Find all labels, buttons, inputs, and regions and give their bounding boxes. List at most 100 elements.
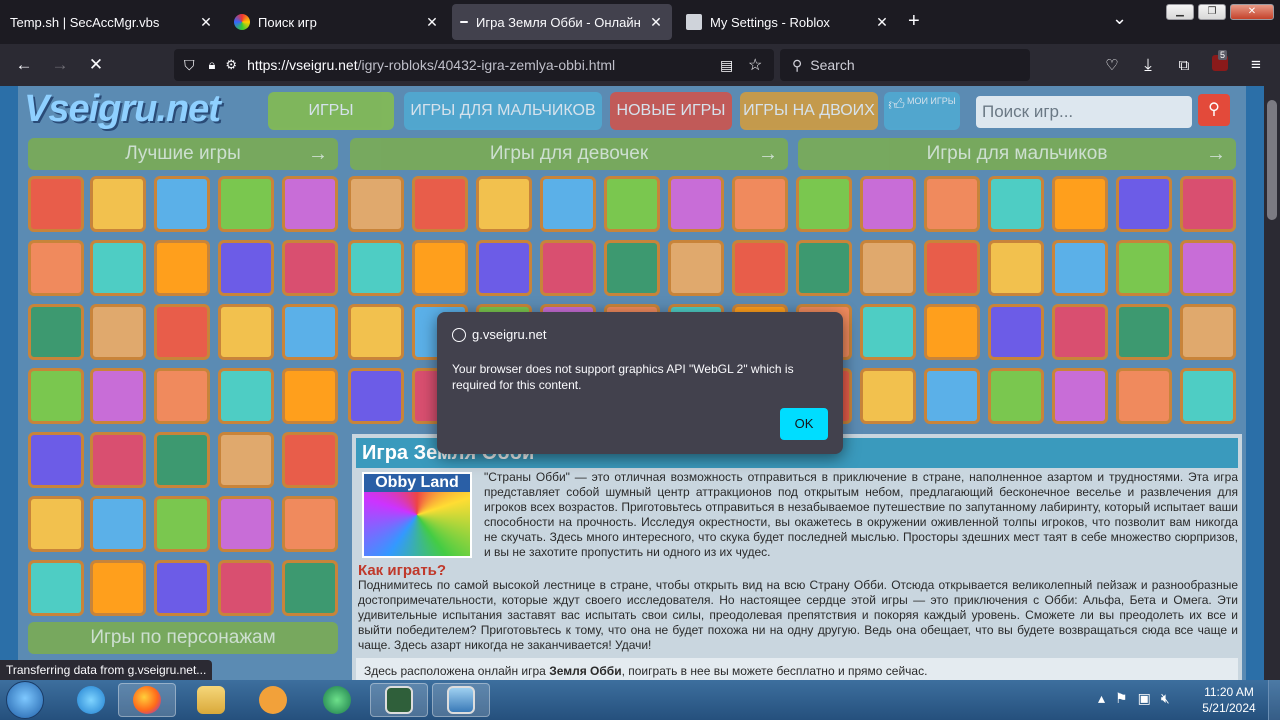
game-thumbnail[interactable] [282,432,338,488]
game-thumbnail[interactable] [154,304,210,360]
network-icon[interactable]: ▣ [1138,690,1151,707]
game-thumbnail[interactable] [924,368,980,424]
game-thumbnail[interactable] [282,560,338,616]
close-tab-icon[interactable]: ✕ [648,14,664,31]
tab-temp-sh[interactable]: Temp.sh | SecAccMgr.vbs ✕ [2,4,222,40]
game-thumbnail[interactable] [28,240,84,296]
game-thumbnail[interactable] [476,176,532,232]
tab-roblox-settings[interactable]: My Settings - Roblox ✕ [678,4,898,40]
section-best-games[interactable]: Лучшие игры → [28,138,338,170]
game-thumbnail[interactable] [924,176,980,232]
game-thumbnail[interactable] [668,176,724,232]
explorer-button[interactable] [182,683,240,717]
close-tab-icon[interactable]: ✕ [198,14,214,31]
game-thumbnail[interactable] [796,240,852,296]
game-thumbnail[interactable] [476,240,532,296]
game-thumbnail[interactable] [348,368,404,424]
game-thumbnail[interactable] [732,240,788,296]
terminal-button[interactable] [370,683,428,717]
start-button[interactable] [6,681,44,719]
back-arrow-icon[interactable]: ← [10,55,38,75]
section-boys-games[interactable]: Игры для мальчиков → [798,138,1236,170]
game-thumbnail[interactable] [1116,176,1172,232]
game-thumbnail[interactable] [218,496,274,552]
game-thumbnail[interactable] [1180,304,1236,360]
game-thumbnail[interactable] [668,240,724,296]
game-thumbnail[interactable] [860,304,916,360]
game-thumbnail[interactable] [1116,304,1172,360]
shield-icon[interactable]: ⛉ [184,57,195,74]
reader-view-icon[interactable]: ▤ [720,57,733,74]
forward-arrow-icon[interactable]: → [46,55,74,75]
ok-button[interactable]: OK [780,408,828,440]
show-desktop-button[interactable] [1268,680,1280,720]
close-window-button[interactable]: ✕ [1230,4,1274,20]
game-thumbnail[interactable] [348,304,404,360]
clock[interactable]: 11:20 AM 5/21/2024 [1196,684,1262,716]
game-thumbnail[interactable] [1052,176,1108,232]
game-thumbnail[interactable] [860,368,916,424]
stop-loading-icon[interactable]: ✕ [82,55,110,75]
game-thumbnail[interactable] [988,304,1044,360]
menu-hamburger-icon[interactable]: ≡ [1242,55,1270,75]
game-thumbnail[interactable] [348,176,404,232]
remote-desktop-button[interactable] [432,683,490,717]
game-thumbnail[interactable] [90,432,146,488]
game-thumbnail[interactable] [540,240,596,296]
game-thumbnail[interactable] [604,240,660,296]
game-thumbnail[interactable] [90,496,146,552]
game-thumbnail[interactable] [1180,368,1236,424]
game-thumbnail[interactable] [28,176,84,232]
game-thumbnail[interactable] [154,432,210,488]
search-bar[interactable]: ⚲ Search [780,49,1030,81]
game-thumbnail[interactable] [154,496,210,552]
game-thumbnail[interactable] [732,176,788,232]
flag-icon[interactable]: ⚑ [1115,690,1128,707]
game-thumbnail[interactable] [924,240,980,296]
close-tab-icon[interactable]: ✕ [424,14,440,31]
menu-games[interactable]: ИГРЫ [268,92,394,130]
list-tabs-button[interactable]: ⌄ [1112,8,1127,29]
url-bar[interactable]: ⛉ 🔒︎ ⚙ https://vseigru.net/igry-robloks/… [174,49,774,81]
game-thumbnail[interactable] [348,240,404,296]
game-thumbnail[interactable] [28,432,84,488]
game-thumbnail[interactable] [90,240,146,296]
game-thumbnail[interactable] [218,240,274,296]
game-thumbnail[interactable] [154,368,210,424]
menu-boys-games[interactable]: ИГРЫ ДЛЯ МАЛЬЧИКОВ [404,92,602,130]
game-thumbnail[interactable] [218,560,274,616]
menu-two-player[interactable]: ИГРЫ НА ДВОИХ [740,92,878,130]
game-thumbnail[interactable] [90,560,146,616]
game-thumbnail[interactable] [154,560,210,616]
game-thumbnail[interactable] [218,432,274,488]
game-thumbnail[interactable] [28,304,84,360]
game-thumbnail[interactable] [604,176,660,232]
game-thumbnail[interactable] [154,240,210,296]
extensions-icon[interactable]: ⧉ [1170,57,1198,74]
game-thumbnail[interactable] [988,368,1044,424]
game-thumbnail[interactable] [988,240,1044,296]
game-thumbnail[interactable] [1180,176,1236,232]
game-thumbnail[interactable] [90,304,146,360]
tab-search-games[interactable]: Поиск игр ✕ [226,4,448,40]
game-thumbnail[interactable] [282,368,338,424]
firefox-button[interactable] [118,683,176,717]
game-thumbnail[interactable] [412,176,468,232]
game-thumbnail[interactable] [1052,368,1108,424]
game-thumbnail[interactable] [860,176,916,232]
game-thumbnail[interactable] [282,304,338,360]
game-thumbnail[interactable] [988,176,1044,232]
minimize-button[interactable]: ▁ [1166,4,1194,20]
game-thumbnail[interactable] [1180,240,1236,296]
game-thumbnail[interactable] [218,176,274,232]
section-girls-games[interactable]: Игры для девочек → [350,138,788,170]
show-hidden-icons[interactable]: ▴ [1098,690,1105,707]
menu-new-games[interactable]: НОВЫЕ ИГРЫ [610,92,732,130]
game-thumbnail[interactable] [860,240,916,296]
game-thumbnail[interactable] [282,496,338,552]
game-thumbnail[interactable] [90,368,146,424]
site-search-input[interactable]: Поиск игр... [976,96,1192,128]
menu-my-games[interactable]: 👍︎ МОИ ИГРЫ [884,92,960,130]
page-scrollbar[interactable] [1264,86,1280,680]
bookmark-star-icon[interactable]: ☆ [748,55,762,75]
